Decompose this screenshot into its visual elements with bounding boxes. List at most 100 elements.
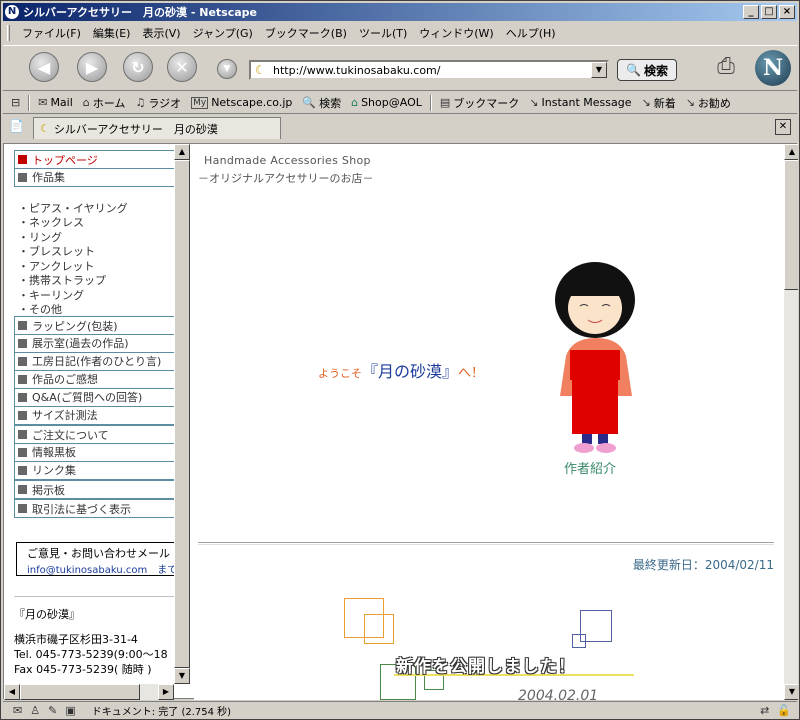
aim-icon[interactable]: ♙ bbox=[30, 704, 40, 717]
close-tab-button[interactable]: ✕ bbox=[775, 119, 791, 135]
personal-new-label: 新着 bbox=[653, 96, 676, 110]
left-nav: トップページ 作品集 ・ピアス・イヤリング ・ネックレス ・リング ・ブレスレッ… bbox=[4, 144, 174, 684]
site-subtitle-jp: －オリジナルアクセサリーのお店－ bbox=[198, 172, 374, 185]
nav-feedback[interactable]: 作品のご感想 bbox=[14, 370, 174, 389]
home-icon: ⌂ bbox=[82, 96, 90, 109]
welcome-post: へ！ bbox=[458, 366, 485, 381]
nav-board[interactable]: 情報黒板 bbox=[14, 443, 174, 462]
addressbook-icon[interactable]: ▣ bbox=[65, 704, 75, 717]
scroll-up-button[interactable]: ▲ bbox=[784, 144, 798, 160]
personal-shop[interactable]: ⌂ Shop@AOL bbox=[347, 96, 426, 109]
bullet-icon bbox=[18, 374, 27, 384]
menu-help[interactable]: ヘルプ(H) bbox=[500, 25, 562, 41]
menu-bookmarks[interactable]: ブックマーク(B) bbox=[259, 25, 353, 41]
nav-sub-necklace[interactable]: ・ネックレス bbox=[18, 214, 84, 230]
stop-button[interactable]: ✕ bbox=[167, 52, 197, 82]
scroll-down-button[interactable]: ▼ bbox=[174, 668, 190, 684]
scroll-thumb[interactable] bbox=[174, 160, 190, 668]
search-button-label: 検索 bbox=[643, 63, 668, 78]
nav-size[interactable]: サイズ計測法 bbox=[14, 406, 174, 425]
reload-button[interactable]: ↻ bbox=[123, 52, 153, 82]
search-button[interactable]: 🔍 検索 bbox=[617, 59, 677, 81]
navigation-toolbar: ◀ ▶ ↻ ✕ ▼ ☾ http://www.tukinosabaku.com/… bbox=[3, 45, 797, 91]
tab-current[interactable]: ☾ シルバーアクセサリー 月の砂漠 bbox=[33, 117, 281, 139]
menu-window[interactable]: ウィンドウ(W) bbox=[413, 25, 499, 41]
news-headline[interactable]: 新作を公開しました！ bbox=[396, 652, 576, 677]
contact-email-link[interactable]: info@tukinosabaku.com まで bbox=[27, 561, 174, 576]
scroll-right-button[interactable]: ▶ bbox=[158, 684, 174, 700]
scroll-thumb[interactable] bbox=[784, 160, 798, 290]
divider bbox=[198, 542, 774, 545]
nav-links[interactable]: リンク集 bbox=[14, 461, 174, 480]
back-arrow-icon: ◀ bbox=[37, 57, 51, 77]
close-window-button[interactable]: × bbox=[779, 5, 795, 19]
go-dropdown-button[interactable]: ▼ bbox=[217, 59, 237, 79]
separator bbox=[429, 94, 432, 111]
nav-size-label: サイズ計測法 bbox=[32, 409, 98, 422]
left-vertical-scrollbar[interactable]: ▲ ▼ bbox=[174, 144, 190, 684]
nav-diary[interactable]: 工房日記(作者のひとり言) bbox=[14, 352, 174, 371]
nav-faq[interactable]: Q&A(ご質問への回答) bbox=[14, 388, 174, 407]
scroll-up-button[interactable]: ▲ bbox=[174, 144, 190, 160]
author-profile-link[interactable]: 作者紹介 bbox=[564, 458, 616, 477]
menu-tools[interactable]: ツール(T) bbox=[353, 25, 413, 41]
maximize-button[interactable]: □ bbox=[761, 5, 777, 19]
search-icon: 🔍 bbox=[302, 96, 317, 109]
new-tab-icon[interactable]: 📄 bbox=[9, 119, 27, 137]
status-bar: ✉ ♙ ✎ ▣ ドキュメント: 完了 (2.754 秒) ⇄ 🔓 bbox=[3, 701, 797, 719]
back-button[interactable]: ◀ bbox=[29, 52, 59, 82]
hscroll-thumb[interactable] bbox=[20, 684, 140, 700]
nav-works[interactable]: 作品集 bbox=[14, 168, 174, 187]
author-character-image[interactable] bbox=[546, 256, 644, 456]
menu-file[interactable]: ファイル(F) bbox=[16, 25, 87, 41]
menu-view[interactable]: 表示(V) bbox=[136, 25, 186, 41]
forward-button[interactable]: ▶ bbox=[77, 52, 107, 82]
main-vertical-scrollbar[interactable]: ▲ ▼ bbox=[784, 144, 798, 700]
nav-links-label: リンク集 bbox=[32, 464, 76, 477]
nav-sub-bracelet[interactable]: ・ブレスレット bbox=[18, 243, 95, 259]
personal-im[interactable]: ↘ Instant Message bbox=[525, 96, 635, 109]
minimize-button[interactable]: _ bbox=[743, 5, 759, 19]
nav-top-page[interactable]: トップページ bbox=[14, 150, 174, 169]
toolbar-grip[interactable] bbox=[7, 25, 10, 41]
personal-recommend[interactable]: ↘ お勧め bbox=[682, 95, 735, 111]
nav-gallery[interactable]: 展示室(過去の作品) bbox=[14, 334, 174, 353]
magnifier-icon: 🔍 bbox=[626, 63, 641, 77]
nav-order[interactable]: ご注文について bbox=[14, 425, 174, 444]
nav-wrapping[interactable]: ラッピング(包装) bbox=[14, 316, 174, 335]
url-dropdown-button[interactable]: ▼ bbox=[591, 62, 607, 78]
print-icon[interactable]: ⎙ bbox=[709, 54, 743, 82]
personal-mail[interactable]: ✉ Mail bbox=[34, 96, 77, 109]
personal-bookmarks[interactable]: ▤ ブックマーク bbox=[436, 95, 523, 111]
personal-search[interactable]: 🔍 検索 bbox=[298, 95, 345, 111]
left-horizontal-scrollbar[interactable]: ◀ ▶ bbox=[4, 684, 174, 700]
welcome-message: ようこそ 『月の砂漠』 へ！ bbox=[318, 358, 484, 382]
nav-order-label: ご注文について bbox=[32, 428, 109, 442]
mail-icon[interactable]: ✉ bbox=[13, 704, 22, 717]
page-icon: ☾ bbox=[255, 63, 266, 77]
nav-bbs[interactable]: 掲示板 bbox=[14, 480, 174, 499]
nav-legal[interactable]: 取引法に基づく表示 bbox=[14, 499, 174, 518]
netscape-icon: N bbox=[5, 5, 19, 19]
personal-home-label: ホーム bbox=[92, 96, 126, 110]
menu-edit[interactable]: 編集(E) bbox=[87, 25, 137, 41]
netscape-logo[interactable]: N bbox=[755, 50, 791, 86]
chevron-down-icon: ▼ bbox=[223, 64, 231, 74]
personal-radio[interactable]: ♫ ラジオ bbox=[131, 95, 185, 111]
nav-sub-strap[interactable]: ・携帯ストラップ bbox=[18, 272, 106, 288]
personal-home[interactable]: ⌂ ホーム bbox=[79, 95, 130, 111]
personal-new[interactable]: ↘ 新着 bbox=[638, 95, 680, 111]
scroll-down-button[interactable]: ▼ bbox=[784, 684, 798, 700]
shop-fax: Fax 045-773-5239( 随時 ) bbox=[14, 663, 152, 676]
menu-go[interactable]: ジャンプ(G) bbox=[187, 25, 259, 41]
menu-bar: ファイル(F) 編集(E) 表示(V) ジャンプ(G) ブックマーク(B) ツー… bbox=[3, 23, 797, 43]
home-tab-button[interactable]: ⊟ bbox=[7, 96, 24, 109]
nav-sub-other[interactable]: ・その他 bbox=[18, 301, 62, 317]
scroll-left-button[interactable]: ◀ bbox=[4, 684, 20, 700]
url-input[interactable]: ☾ http://www.tukinosabaku.com/ ▼ bbox=[249, 60, 609, 80]
composer-icon[interactable]: ✎ bbox=[48, 704, 57, 717]
nav-bbs-label: 掲示板 bbox=[32, 483, 65, 497]
news-date: 2004.02.01 bbox=[518, 688, 599, 700]
welcome-shop-name: 『月の砂漠』 bbox=[362, 362, 459, 381]
personal-netscape[interactable]: My Netscape.co.jp bbox=[187, 96, 296, 109]
